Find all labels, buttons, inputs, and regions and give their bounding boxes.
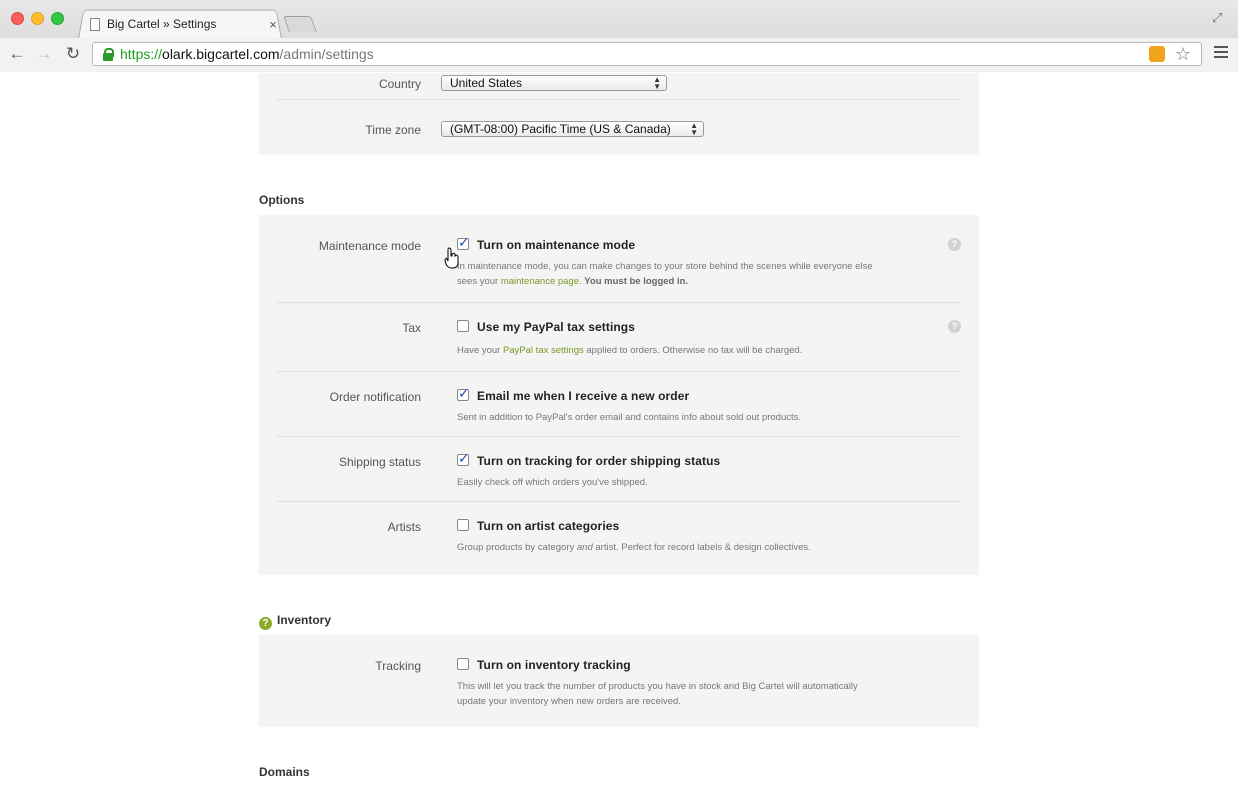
maintenance-desc-bold: You must be logged in.	[584, 276, 689, 287]
inventory-heading: ? Inventory	[259, 613, 331, 630]
artists-desc-em: and	[576, 542, 593, 553]
hand-cursor-icon	[444, 247, 459, 269]
inventory-tracking-checkbox[interactable]	[457, 658, 469, 670]
url-scheme: https://	[120, 46, 163, 62]
select-arrows-icon: ▲ ▼	[653, 75, 661, 91]
inventory-tracking-row: Tracking Turn on inventory tracking This…	[277, 635, 961, 727]
tax-checkbox[interactable]	[457, 320, 469, 332]
order-notification-checkbox-label[interactable]: Email me when I receive a new order	[477, 389, 689, 403]
country-label: Country	[378, 77, 421, 91]
maintenance-row: Maintenance mode Turn on maintenance mod…	[277, 215, 961, 303]
order-notification-description: Sent in addition to PayPal's order email…	[457, 412, 802, 423]
maintenance-desc-line1: In maintenance mode, you can make change…	[457, 261, 873, 272]
artists-checkbox[interactable]	[457, 519, 469, 531]
country-row: Country United States ▲ ▼	[277, 73, 961, 100]
tab-strip: Big Cartel » Settings × ⤢	[0, 0, 1238, 39]
select-arrows-icon: ▲ ▼	[690, 121, 698, 137]
artists-row: Artists Turn on artist categories Group …	[277, 502, 961, 575]
maintenance-label: Maintenance mode	[318, 239, 421, 253]
maintenance-desc-line2: sees your maintenance page. You must be …	[457, 274, 907, 289]
order-notification-row: Order notification Email me when I recei…	[277, 372, 961, 437]
tax-label: Tax	[402, 321, 421, 335]
shipping-status-row: Shipping status Turn on tracking for ord…	[277, 437, 961, 502]
artists-desc-pre: Group products by category	[457, 542, 577, 553]
country-select-value: United States	[450, 76, 523, 90]
inventory-tracking-description: This will let you track the number of pr…	[457, 679, 907, 709]
timezone-row: Time zone (GMT-08:00) Pacific Time (US &…	[277, 100, 961, 155]
address-bar[interactable]: https:// olark.bigcartel.com /admin/sett…	[92, 42, 1202, 66]
lock-icon	[102, 48, 114, 61]
maintenance-desc-pre: sees your	[457, 276, 501, 287]
zoom-window-button[interactable]	[51, 12, 64, 25]
tab-close-icon[interactable]: ×	[266, 17, 280, 32]
reload-icon[interactable]: ↻	[62, 43, 84, 65]
tax-desc-post: applied to orders. Otherwise no tax will…	[583, 345, 803, 356]
inventory-panel: Tracking Turn on inventory tracking This…	[259, 635, 979, 727]
url-path: /admin/settings	[279, 46, 374, 62]
back-icon[interactable]: ←	[6, 43, 28, 65]
page-content: Country United States ▲ ▼ Time zone (GMT-…	[0, 73, 1238, 785]
artists-checkbox-label[interactable]: Turn on artist categories	[477, 519, 619, 533]
inventory-desc-line2: update your inventory when new orders ar…	[457, 696, 681, 707]
paypal-tax-settings-link[interactable]: PayPal tax settings	[503, 345, 584, 356]
tax-checkbox-label[interactable]: Use my PayPal tax settings	[477, 320, 635, 334]
options-heading: Options	[259, 193, 305, 207]
maintenance-page-link[interactable]: maintenance page	[501, 276, 579, 287]
inventory-tracking-label: Tracking	[375, 659, 421, 673]
url-host: olark.bigcartel.com	[162, 46, 280, 62]
browser-toolbar: ← → ↻ https:// olark.bigcartel.com /admi…	[0, 38, 1238, 72]
browser-chrome: Big Cartel » Settings × ⤢ ← → ↻ https://…	[0, 0, 1238, 72]
tab-title: Big Cartel » Settings	[107, 17, 217, 31]
page-icon	[90, 17, 100, 31]
extension-icon[interactable]	[1149, 46, 1165, 62]
artists-desc-post: artist. Perfect for record labels & desi…	[592, 542, 811, 553]
tax-row: Tax Use my PayPal tax settings ? Have yo…	[277, 303, 961, 372]
forward-icon[interactable]: →	[33, 43, 55, 65]
bookmark-star-icon[interactable]: ☆	[1175, 44, 1191, 65]
shipping-status-label: Shipping status	[338, 455, 421, 469]
new-tab-button[interactable]	[283, 16, 317, 32]
inventory-desc-line1: This will let you track the number of pr…	[457, 681, 858, 692]
browser-tab-content[interactable]: Big Cartel » Settings ×	[88, 14, 280, 34]
help-icon[interactable]: ?	[948, 238, 961, 251]
order-notification-checkbox[interactable]	[457, 385, 470, 402]
country-select[interactable]: United States ▲ ▼	[441, 75, 667, 91]
inventory-heading-text: Inventory	[277, 613, 332, 627]
timezone-select-value: (GMT-08:00) Pacific Time (US & Canada)	[450, 122, 671, 136]
artists-label: Artists	[387, 520, 421, 534]
shipping-status-description: Easily check off which orders you've shi…	[457, 477, 648, 488]
options-panel: Maintenance mode Turn on maintenance mod…	[259, 215, 979, 575]
maintenance-description: In maintenance mode, you can make change…	[457, 259, 907, 289]
general-settings-panel: Country United States ▲ ▼ Time zone (GMT-…	[259, 73, 979, 155]
domains-heading: Domains	[259, 765, 310, 779]
maintenance-checkbox-label[interactable]: Turn on maintenance mode	[477, 238, 635, 252]
fullscreen-icon[interactable]: ⤢	[1212, 10, 1228, 26]
shipping-status-checkbox-label[interactable]: Turn on tracking for order shipping stat…	[477, 454, 720, 468]
shipping-status-checkbox[interactable]	[457, 450, 470, 467]
timezone-label: Time zone	[365, 123, 421, 137]
tax-desc-pre: Have your	[457, 345, 503, 356]
help-icon[interactable]: ?	[948, 320, 961, 333]
timezone-select[interactable]: (GMT-08:00) Pacific Time (US & Canada) ▲…	[441, 121, 704, 137]
minimize-window-button[interactable]	[31, 12, 44, 25]
tax-description: Have your PayPal tax settings applied to…	[457, 343, 907, 358]
inventory-tracking-checkbox-label[interactable]: Turn on inventory tracking	[477, 658, 631, 672]
inventory-help-icon[interactable]: ?	[259, 617, 272, 630]
order-notification-label: Order notification	[329, 390, 421, 404]
browser-menu-icon[interactable]	[1214, 46, 1228, 60]
close-window-button[interactable]	[11, 12, 24, 25]
artists-description: Group products by category and artist. P…	[457, 540, 907, 555]
